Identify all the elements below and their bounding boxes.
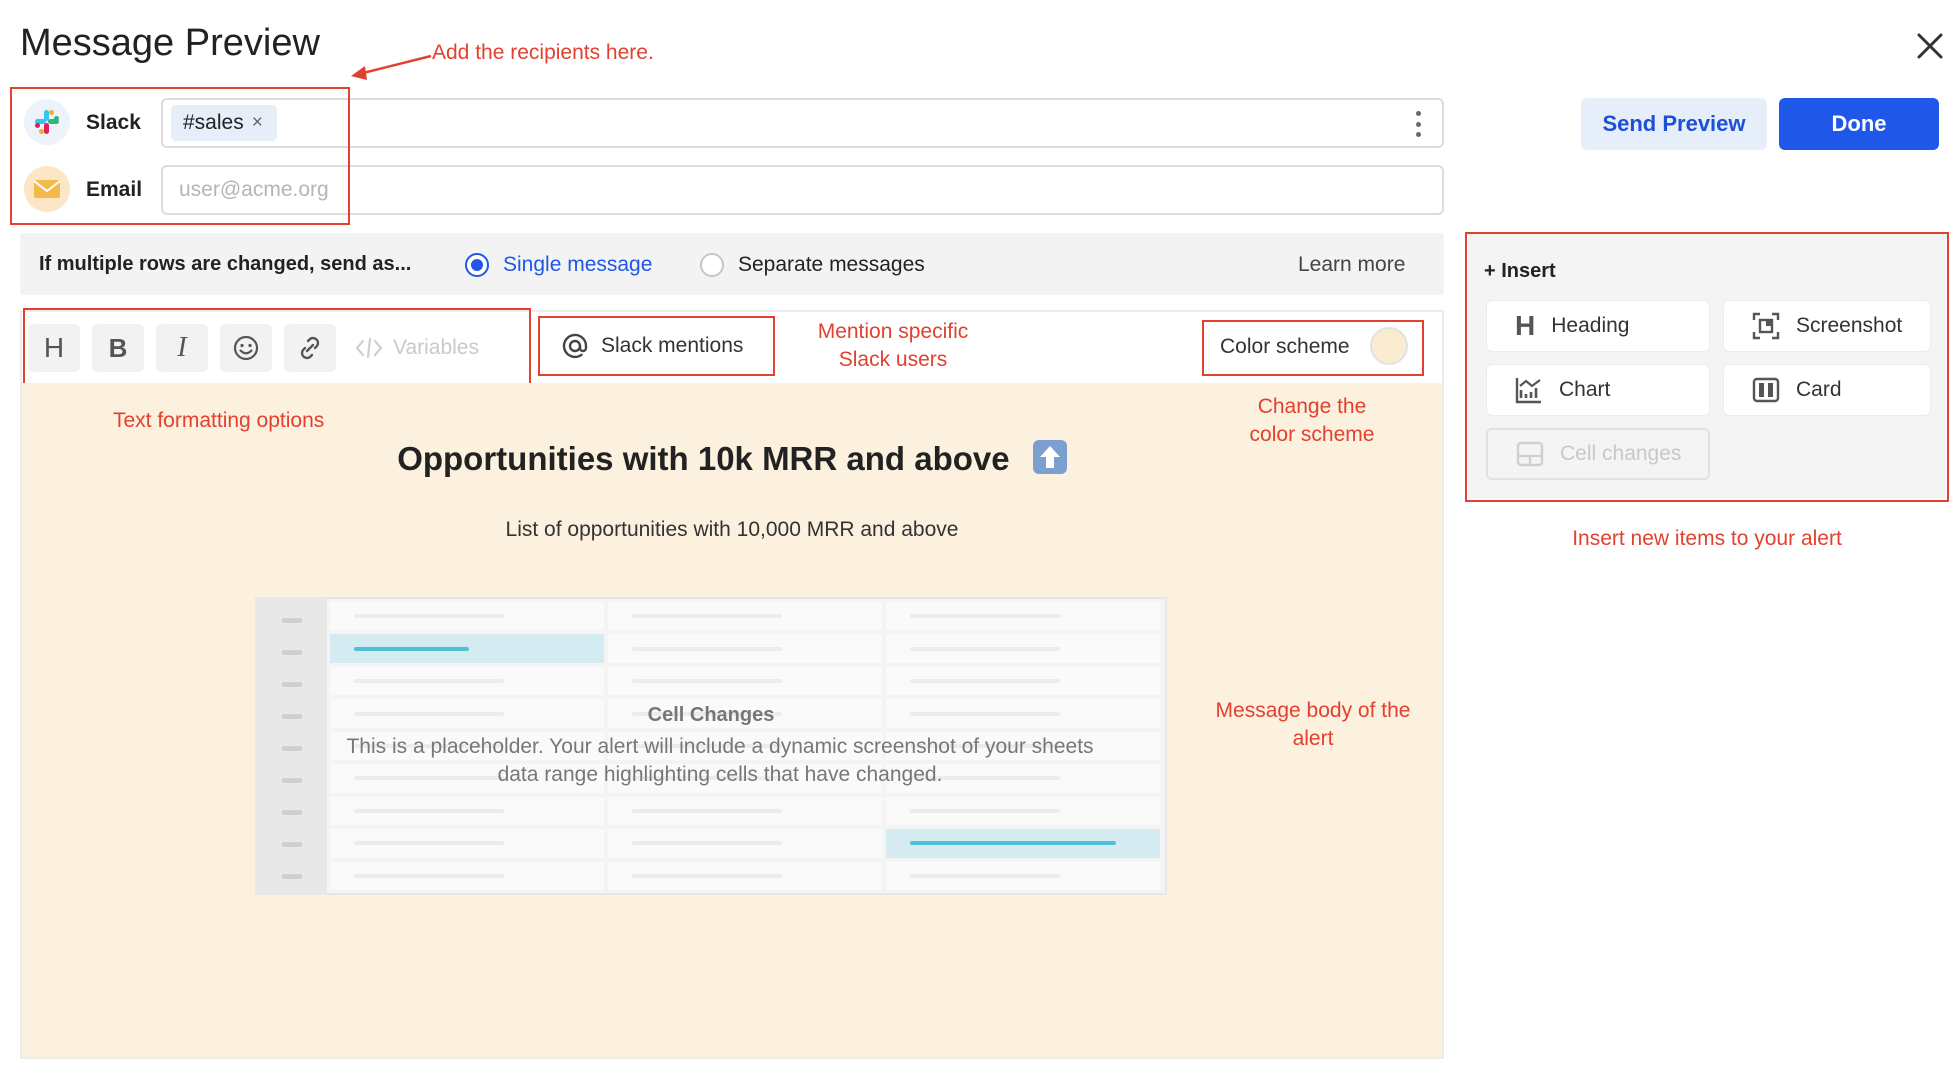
annotation-formatting: Text formatting options [113, 409, 325, 432]
screenshot-icon [1752, 312, 1780, 340]
learn-more-link[interactable]: Learn more [1298, 253, 1405, 277]
insert-heading-label: Heading [1551, 314, 1630, 337]
single-message-label[interactable]: Single message [503, 253, 652, 277]
grid-cell [886, 796, 1160, 826]
grid-cell [608, 602, 882, 631]
insert-cell-changes-button: Cell changes [1486, 428, 1710, 480]
message-title[interactable]: Opportunities with 10k MRR and above [20, 440, 1444, 478]
row-number-marker [282, 746, 302, 751]
single-message-radio[interactable] [465, 253, 489, 277]
annotation-mentions: Mention specific Slack users [817, 320, 969, 371]
up-arrow-emoji-icon [1032, 440, 1067, 474]
highlighted-cell [330, 634, 604, 663]
row-number-marker [282, 874, 302, 879]
separate-messages-label[interactable]: Separate messages [738, 253, 925, 277]
grid-cell [608, 829, 882, 858]
insert-card-label: Card [1796, 378, 1842, 401]
insert-card-button[interactable]: Card [1723, 364, 1931, 416]
separate-messages-radio[interactable] [700, 253, 724, 277]
cell-changes-description: This is a placeholder. Your alert will i… [346, 735, 1094, 786]
grid-cell [330, 861, 604, 890]
heading-icon: H [1515, 310, 1536, 341]
cell-changes-title: Cell Changes [647, 704, 775, 726]
annotation-insert: Insert new items to your alert [1572, 527, 1842, 550]
insert-heading-button[interactable]: H Heading [1486, 300, 1710, 352]
grid-cell [330, 796, 604, 826]
close-icon[interactable] [1912, 28, 1948, 64]
grid-cell [608, 666, 882, 696]
insert-screenshot-label: Screenshot [1796, 314, 1903, 337]
slack-channel-field[interactable] [161, 98, 1444, 148]
grid-cell [886, 634, 1160, 663]
chart-icon [1515, 378, 1541, 404]
annotation-box-color-scheme [1202, 320, 1424, 376]
grid-cell [330, 602, 604, 631]
grid-cell [608, 861, 882, 890]
row-number-marker [282, 618, 302, 623]
send-mode-label: If multiple rows are changed, send as... [39, 253, 412, 275]
annotation-box-recipients [10, 87, 350, 225]
grid-cell [330, 666, 604, 696]
done-button[interactable]: Done [1779, 98, 1939, 150]
insert-screenshot-button[interactable]: Screenshot [1723, 300, 1931, 352]
page-title: Message Preview [20, 22, 320, 64]
highlighted-cell [886, 829, 1160, 858]
annotation-recipients: Add the recipients here. [432, 41, 654, 64]
grid-cell [886, 666, 1160, 696]
insert-title: + Insert [1484, 260, 1556, 282]
row-number-marker [282, 810, 302, 815]
grid-cell [886, 861, 1160, 890]
insert-cell-changes-label: Cell changes [1560, 442, 1682, 465]
card-icon [1752, 377, 1780, 403]
row-number-marker [282, 682, 302, 687]
row-number-marker [282, 650, 302, 655]
row-number-marker [282, 778, 302, 783]
grid-cell [330, 829, 604, 858]
grid-cell [608, 796, 882, 826]
annotation-box-formatting [23, 308, 531, 386]
email-field[interactable] [163, 168, 1441, 212]
grid-cell [886, 602, 1160, 631]
grid-cell [608, 634, 882, 663]
row-number-marker [282, 842, 302, 847]
annotation-message-body: Message body of the alert [1215, 699, 1411, 750]
more-options-icon[interactable] [1408, 111, 1428, 137]
send-preview-button[interactable]: Send Preview [1581, 98, 1767, 150]
annotation-arrow [351, 54, 432, 80]
insert-chart-button[interactable]: Chart [1486, 364, 1710, 416]
message-subtitle[interactable]: List of opportunities with 10,000 MRR an… [20, 518, 1444, 542]
annotation-box-mentions [538, 316, 775, 376]
cell-changes-icon [1516, 441, 1544, 467]
insert-chart-label: Chart [1559, 378, 1611, 401]
